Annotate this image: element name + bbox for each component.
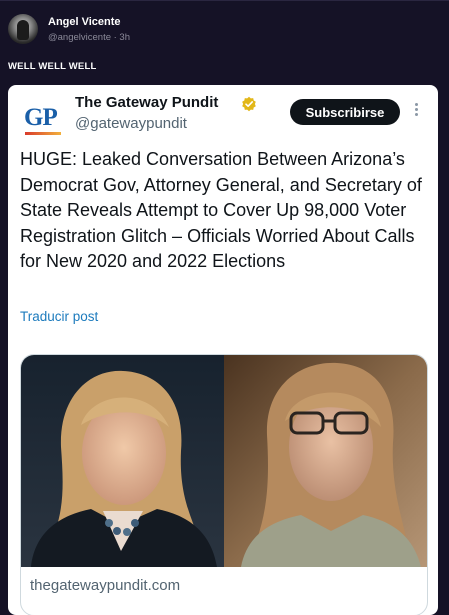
translate-post-link[interactable]: Traducir post <box>20 309 98 324</box>
outer-post-header: Angel Vicente @angelvicente · 3h <box>8 14 438 50</box>
account-handle[interactable]: @gatewaypundit <box>75 115 187 132</box>
logo-text: GP <box>24 104 58 131</box>
avatar[interactable] <box>8 14 38 44</box>
account-name[interactable]: The Gateway Pundit <box>75 94 218 111</box>
logo-underline <box>25 132 61 135</box>
top-divider <box>0 0 449 1</box>
preview-image <box>21 355 427 567</box>
outer-user-name[interactable]: Angel Vicente <box>48 16 121 28</box>
verified-badge-icon <box>242 96 256 112</box>
embedded-post-text: HUGE: Leaked Conversation Between Arizon… <box>20 149 422 271</box>
link-preview-card[interactable]: thegatewaypundit.com <box>20 354 428 615</box>
outer-post-text: WELL WELL WELL <box>8 61 97 72</box>
subscribe-button[interactable]: Subscribirse <box>290 99 400 125</box>
gateway-pundit-logo[interactable]: GP <box>23 101 63 141</box>
link-domain[interactable]: thegatewaypundit.com <box>30 577 180 594</box>
embedded-post-card[interactable]: GP The Gateway Pundit @gatewaypundit Sub… <box>8 85 438 615</box>
more-options-icon[interactable] <box>412 103 420 121</box>
outer-handle-time[interactable]: @angelvicente · 3h <box>48 32 130 43</box>
